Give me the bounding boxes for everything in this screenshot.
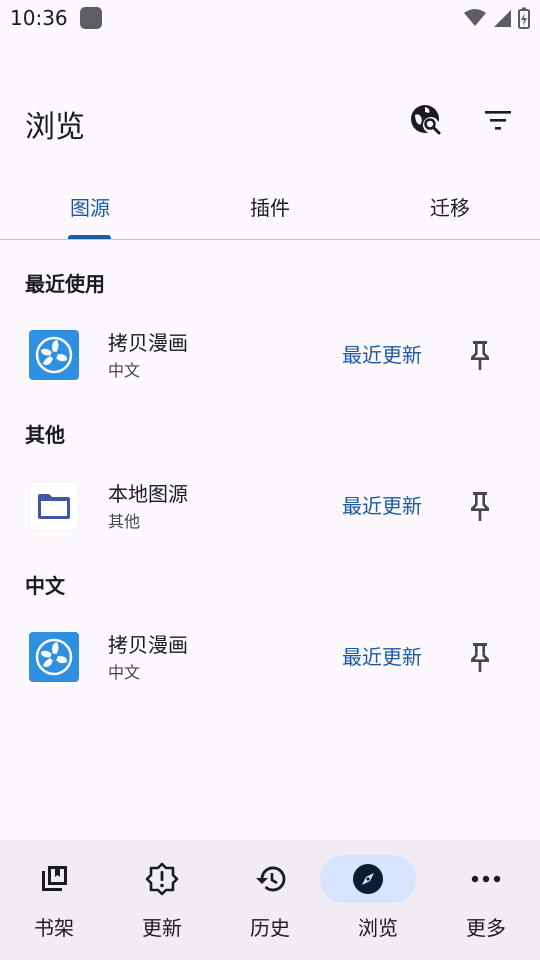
wifi-icon xyxy=(464,9,486,26)
alert-badge-icon xyxy=(145,862,179,896)
fan-app-icon xyxy=(29,330,79,380)
source-name: 拷贝漫画 xyxy=(108,331,188,355)
section-header-chinese: 中文 xyxy=(25,574,65,598)
top-app-bar: 浏览 xyxy=(0,90,540,152)
latest-button[interactable]: 最近更新 xyxy=(330,484,434,524)
pin-button[interactable] xyxy=(458,333,502,377)
tab-indicator xyxy=(68,235,111,239)
page-title: 浏览 xyxy=(25,110,85,145)
pin-button[interactable] xyxy=(458,484,502,528)
source-row[interactable]: 本地图源 其他 最近更新 xyxy=(0,466,540,546)
status-icons xyxy=(464,7,530,29)
tab-sources[interactable]: 图源 xyxy=(0,172,180,238)
source-row[interactable]: 拷贝漫画 中文 最近更新 xyxy=(0,617,540,697)
bottom-navigation: 书架 更新 历史 浏览 更多 xyxy=(0,840,540,960)
nav-label: 更多 xyxy=(466,916,506,940)
source-language: 中文 xyxy=(108,361,141,380)
signal-icon xyxy=(494,10,511,27)
battery-icon xyxy=(518,7,530,29)
source-row[interactable]: 拷贝漫画 中文 最近更新 xyxy=(0,315,540,395)
section-header-other: 其他 xyxy=(25,423,65,447)
latest-button[interactable]: 最近更新 xyxy=(330,635,434,675)
source-language: 其他 xyxy=(108,512,141,531)
pin-icon xyxy=(471,492,489,521)
nav-label: 浏览 xyxy=(358,916,398,940)
nav-item-more[interactable]: 更多 xyxy=(432,840,540,960)
source-name: 拷贝漫画 xyxy=(108,633,188,657)
status-bar: 10:36 xyxy=(0,0,540,38)
tab-extensions[interactable]: 插件 xyxy=(180,172,360,238)
source-language: 中文 xyxy=(108,663,141,682)
nav-active-indicator xyxy=(320,855,416,903)
tab-bar: 图源 插件 迁移 xyxy=(0,172,540,240)
travel-explore-icon xyxy=(411,105,441,135)
compass-icon xyxy=(353,864,383,894)
pin-button[interactable] xyxy=(458,635,502,679)
filter-list-icon xyxy=(485,111,511,130)
notification-icon xyxy=(80,7,102,29)
nav-label: 更新 xyxy=(142,916,182,940)
source-name: 本地图源 xyxy=(108,482,188,506)
pin-icon xyxy=(471,643,489,672)
section-header-recent: 最近使用 xyxy=(25,272,105,296)
filter-button[interactable] xyxy=(478,100,518,140)
nav-item-history[interactable]: 历史 xyxy=(216,840,324,960)
history-icon xyxy=(256,866,286,892)
library-icon xyxy=(42,866,67,891)
nav-item-updates[interactable]: 更新 xyxy=(108,840,216,960)
nav-label: 历史 xyxy=(250,916,290,940)
nav-label: 书架 xyxy=(34,916,74,940)
status-time: 10:36 xyxy=(10,6,68,30)
nav-item-library[interactable]: 书架 xyxy=(0,840,108,960)
pin-icon xyxy=(471,341,489,370)
more-horizontal-icon xyxy=(471,875,501,883)
nav-item-browse[interactable]: 浏览 xyxy=(320,840,432,960)
latest-button[interactable]: 最近更新 xyxy=(330,333,434,373)
fan-app-icon xyxy=(29,632,79,682)
tab-migrate[interactable]: 迁移 xyxy=(360,172,540,238)
global-search-button[interactable] xyxy=(406,100,446,140)
folder-icon xyxy=(29,481,79,531)
